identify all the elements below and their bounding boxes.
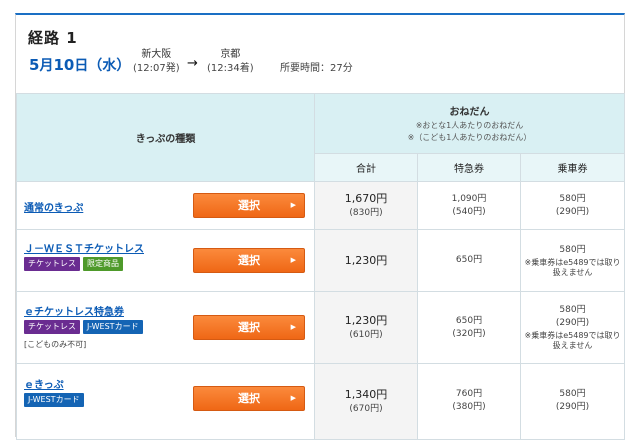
total-cell: 1,340円 (670円) <box>314 363 418 440</box>
ticket-name-link[interactable]: Ｊ－ＷＥＳＴチケットレス <box>24 240 144 255</box>
base-cell: 580円 (290円) ※乗車券はe5489では取り扱えません <box>519 291 626 364</box>
limited-badge: 限定商品 <box>83 257 123 271</box>
express-cell: 650円 (320円) <box>417 291 521 364</box>
total-cell: 1,670円 (830円) <box>314 181 418 230</box>
total-child: (610円) <box>349 329 383 340</box>
base-child: (290円) <box>555 206 590 217</box>
ticket-name-link[interactable]: ｅきっぷ <box>24 376 64 391</box>
ticketless-badge: チケットレス <box>24 320 80 334</box>
base-adult: 580円 <box>559 305 586 315</box>
ticket-type-header: きっぷの種類 <box>16 93 315 182</box>
date-month: 5 <box>29 56 40 74</box>
col-total: 合計 <box>314 153 418 182</box>
total-adult: 1,670円 <box>344 191 388 205</box>
express-adult: 650円 <box>455 315 483 326</box>
col-express: 特急券 <box>417 153 521 182</box>
route-title: 経路 1 <box>28 29 78 47</box>
fare-header: おねだん ※おとな1人あたりのおねだん ※（こども1人あたりのおねだん） <box>313 93 626 154</box>
express-adult: 1,090円 <box>451 193 487 204</box>
route-card: 経路 1 5月10日（水） 新大阪 (12:07発) → 京都 (12:34着)… <box>15 13 626 440</box>
express-adult: 760円 <box>455 389 483 399</box>
ticket-cell: Ｊ－ＷＥＳＴチケットレス チケットレス 限定商品 選択 ▶ <box>16 229 315 292</box>
total-child: (670円) <box>349 404 383 414</box>
jwest-card-badge: J-WESTカード <box>24 393 84 407</box>
select-button-label: 選択 <box>238 392 260 405</box>
chevron-right-icon: ▶ <box>290 201 296 209</box>
base-adult: 580円 <box>559 244 586 255</box>
table-row: ｅきっぷ J-WESTカード 選択 ▶ 1,340円 (670円) 760円 (3… <box>16 363 626 440</box>
select-button-label: 選択 <box>238 254 260 267</box>
select-button[interactable]: 選択 ▶ <box>193 315 305 340</box>
express-child: (380円) <box>452 402 486 412</box>
base-cell: 580円 (290円) <box>519 363 626 440</box>
badge-group: チケットレス 限定商品 <box>24 257 123 271</box>
base-child: (290円) <box>555 402 590 412</box>
chevron-right-icon: ▶ <box>290 394 296 402</box>
ticket-cell: ｅチケットレス特急券 チケットレス J-WESTカード [こどものみ不可] 選択… <box>16 291 315 364</box>
total-cell: 1,230円 (610円) <box>314 291 418 364</box>
date-weekday: 水 <box>102 58 117 74</box>
express-child: (320円) <box>452 328 486 339</box>
express-adult: 650円 <box>455 255 483 265</box>
table-row: 通常のきっぷ 選択 ▶ 1,670円 (830円) 1,090円 (540円) 5… <box>16 181 626 230</box>
arrow-icon: → <box>187 56 198 71</box>
ticket-name-link[interactable]: 通常のきっぷ <box>24 199 83 214</box>
ticket-cell: ｅきっぷ J-WESTカード 選択 ▶ <box>16 363 315 440</box>
chevron-right-icon: ▶ <box>290 256 296 264</box>
badge-group: チケットレス J-WESTカード <box>24 320 143 334</box>
travel-date: 5月10日（水） <box>29 56 131 74</box>
select-button[interactable]: 選択 ▶ <box>193 386 305 411</box>
fare-note-child: ※（こども1人あたりのおねだん） <box>407 133 532 142</box>
select-button[interactable]: 選択 ▶ <box>193 193 305 218</box>
total-cell: 1,230円 <box>314 229 418 292</box>
base-note: ※乗車券はe5489では取り扱えません <box>524 331 621 350</box>
col-base: 乗車券 <box>519 153 626 182</box>
total-adult: 1,230円 <box>344 253 388 267</box>
express-cell: 650円 <box>417 229 521 292</box>
fare-note-adult: ※おとな1人あたりのおねだん <box>415 121 524 130</box>
fare-table: きっぷの種類 おねだん ※おとな1人あたりのおねだん ※（こども1人あたりのおね… <box>16 93 626 440</box>
total-adult: 1,340円 <box>344 388 388 401</box>
select-button-label: 選択 <box>238 199 260 212</box>
arrival-time: (12:34着) <box>207 63 254 74</box>
departure-station-name: 新大阪 <box>141 49 172 60</box>
select-button[interactable]: 選択 ▶ <box>193 248 305 273</box>
jwest-card-badge: J-WESTカード <box>83 320 143 334</box>
table-row: Ｊ－ＷＥＳＴチケットレス チケットレス 限定商品 選択 ▶ 1,230円 650円… <box>16 229 626 292</box>
base-adult: 580円 <box>559 193 586 204</box>
badge-group: J-WESTカード <box>24 393 84 407</box>
fare-header-title: おねだん <box>449 107 490 118</box>
departure-time: (12:07発) <box>133 63 180 74</box>
ticketless-badge: チケットレス <box>24 257 80 271</box>
total-child: (830円) <box>349 207 383 218</box>
chevron-right-icon: ▶ <box>290 323 296 331</box>
express-child: (540円) <box>452 206 486 217</box>
base-note: ※乗車券はe5489では取り扱えません <box>524 257 621 277</box>
express-cell: 1,090円 (540円) <box>417 181 521 230</box>
table-row: ｅチケットレス特急券 チケットレス J-WESTカード [こどものみ不可] 選択… <box>16 291 626 364</box>
arrival-station: 京都 (12:34着) <box>207 48 254 76</box>
arrival-station-name: 京都 <box>220 49 241 60</box>
base-adult: 580円 <box>559 389 586 399</box>
select-button-label: 選択 <box>238 321 260 334</box>
base-child: (290円) <box>555 318 590 328</box>
date-day: 10 <box>53 56 75 74</box>
child-restriction-note: [こどものみ不可] <box>24 340 87 349</box>
total-adult: 1,230円 <box>344 313 388 327</box>
ticket-name-link[interactable]: ｅチケットレス特急券 <box>24 303 124 318</box>
departure-station: 新大阪 (12:07発) <box>133 48 180 76</box>
base-cell: 580円 ※乗車券はe5489では取り扱えません <box>519 229 626 292</box>
duration: 所要時間：27分 <box>280 63 353 74</box>
ticket-cell: 通常のきっぷ 選択 ▶ <box>16 181 315 230</box>
express-cell: 760円 (380円) <box>417 363 521 440</box>
base-cell: 580円 (290円) <box>519 181 626 230</box>
